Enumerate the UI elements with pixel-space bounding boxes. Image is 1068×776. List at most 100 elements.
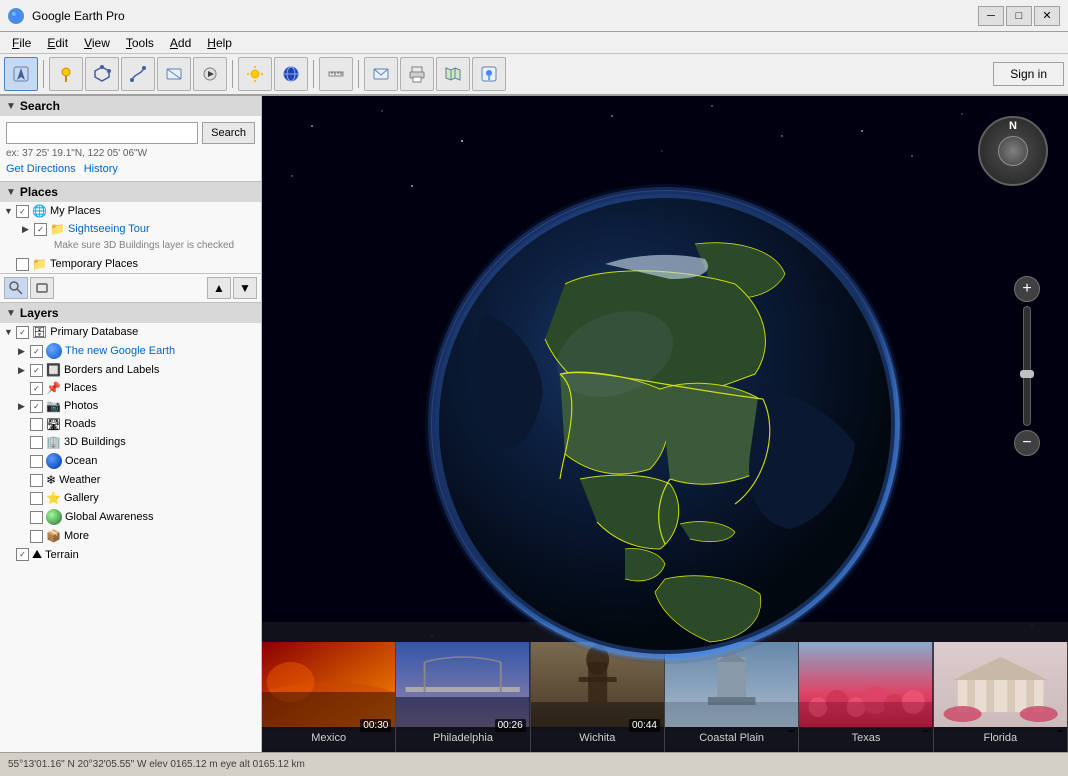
menu-file[interactable]: File <box>4 34 39 52</box>
move-down-button[interactable]: ▼ <box>233 277 257 299</box>
gallery-label: Gallery <box>64 492 99 504</box>
placemark-button[interactable] <box>49 57 83 91</box>
sightseeing-icon: 📁 <box>50 222 65 236</box>
my-places-checkbox[interactable] <box>16 205 29 218</box>
places-controls: ▲ ▼ <box>0 274 261 303</box>
florida-duration <box>1057 730 1063 732</box>
places-title: Places <box>20 185 58 199</box>
layer-roads[interactable]: ▶ 🛣 Roads <box>14 415 261 433</box>
sightseeing-item[interactable]: ▶ 📁 Sightseeing Tour <box>18 220 261 238</box>
thumb-mexico[interactable]: 00:30 Mexico <box>262 642 396 752</box>
zoom-slider[interactable] <box>1023 306 1031 426</box>
menu-tools[interactable]: Tools <box>118 34 162 52</box>
sightseeing-label[interactable]: Sightseeing Tour <box>68 223 150 235</box>
borders-checkbox[interactable] <box>30 364 43 377</box>
places-section-header[interactable]: ▼ Places <box>0 182 261 202</box>
sightseeing-expand: ▶ <box>22 224 32 235</box>
record-button[interactable] <box>193 57 227 91</box>
primary-db-icon: 🗄 <box>32 325 47 339</box>
new-earth-expand: ▶ <box>18 346 28 357</box>
sightseeing-checkbox[interactable] <box>34 223 47 236</box>
maximize-button[interactable]: □ <box>1006 6 1032 26</box>
layer-awareness[interactable]: ▶ Global Awareness <box>14 507 261 527</box>
mexico-label: Mexico <box>262 730 395 746</box>
temp-places-item[interactable]: ▶ 📁 Temporary Places <box>0 255 261 273</box>
philly-label: Philadelphia <box>396 730 529 746</box>
globe-svg[interactable] <box>405 164 925 684</box>
thumb-florida[interactable]: Florida <box>934 642 1068 752</box>
navigation-compass[interactable]: N <box>978 116 1048 186</box>
primary-db-checkbox[interactable] <box>16 326 29 339</box>
mexico-duration: 00:30 <box>360 719 391 732</box>
primary-db-item[interactable]: ▼ 🗄 Primary Database <box>0 323 261 341</box>
layer-ocean[interactable]: ▶ Ocean <box>14 451 261 471</box>
search-section-header[interactable]: ▼ Search <box>0 96 261 116</box>
get-directions-link[interactable]: Get Directions <box>6 163 76 175</box>
toggle-panel-button[interactable] <box>30 277 54 299</box>
compass-outer[interactable]: N <box>978 116 1048 186</box>
layer-photos[interactable]: ▶ 📷 Photos <box>14 397 261 415</box>
layer-weather[interactable]: ▶ ❄ Weather <box>14 471 261 489</box>
menu-help[interactable]: Help <box>199 34 240 52</box>
places-layer-label: Places <box>64 382 97 394</box>
menu-add[interactable]: Add <box>162 34 199 52</box>
layers-section-header[interactable]: ▼ Layers <box>0 303 261 323</box>
photos-label: Photos <box>64 400 98 412</box>
app-icon <box>8 8 24 24</box>
move-up-button[interactable]: ▲ <box>207 277 231 299</box>
layer-more[interactable]: ▶ 📦 More <box>14 527 261 545</box>
terrain-checkbox[interactable] <box>16 548 29 561</box>
places-layer-checkbox[interactable] <box>30 382 43 395</box>
roads-checkbox[interactable] <box>30 418 43 431</box>
maps-button[interactable] <box>436 57 470 91</box>
awareness-checkbox[interactable] <box>30 511 43 524</box>
temp-places-checkbox[interactable] <box>16 258 29 271</box>
layer-borders[interactable]: ▶ 🔲 Borders and Labels <box>14 361 261 379</box>
close-button[interactable]: ✕ <box>1034 6 1060 26</box>
email-button[interactable] <box>364 57 398 91</box>
layer-3d-buildings[interactable]: ▶ 🏢 3D Buildings <box>14 433 261 451</box>
layer-new-earth[interactable]: ▶ The new Google Earth <box>14 341 261 361</box>
layer-gallery[interactable]: ▶ ⭐ Gallery <box>14 489 261 507</box>
zoom-in-button[interactable]: + <box>1014 276 1040 302</box>
search-input[interactable] <box>6 122 198 144</box>
menu-edit[interactable]: Edit <box>39 34 76 52</box>
florida-thumbnail <box>934 642 1067 727</box>
search-places-button[interactable] <box>4 277 28 299</box>
sky-button[interactable] <box>274 57 308 91</box>
overlay-button[interactable] <box>157 57 191 91</box>
search-button[interactable]: Search <box>202 122 255 144</box>
buildings-checkbox[interactable] <box>30 436 43 449</box>
more-checkbox[interactable] <box>30 530 43 543</box>
new-earth-label[interactable]: The new Google Earth <box>65 345 175 357</box>
my-places-label: My Places <box>50 205 101 217</box>
layer-places[interactable]: ▶ 📌 Places <box>14 379 261 397</box>
sign-in-button[interactable]: Sign in <box>993 62 1064 86</box>
show-in-maps-button[interactable] <box>472 57 506 91</box>
history-link[interactable]: History <box>84 163 118 175</box>
terrain-icon: ⛰ <box>32 547 42 562</box>
more-icon: 📦 <box>46 529 61 543</box>
ocean-checkbox[interactable] <box>30 455 43 468</box>
polygon-button[interactable] <box>85 57 119 91</box>
compass-inner[interactable] <box>998 136 1028 166</box>
ruler-button[interactable] <box>319 57 353 91</box>
layer-terrain[interactable]: ▶ ⛰ Terrain <box>0 545 261 564</box>
zoom-handle[interactable] <box>1020 370 1034 378</box>
globe-area[interactable]: N + − US Dept of State Geographer Google… <box>262 96 1068 752</box>
primary-db-expand: ▼ <box>4 327 14 337</box>
print-button[interactable] <box>400 57 434 91</box>
zoom-out-button[interactable]: − <box>1014 430 1040 456</box>
path-button[interactable] <box>121 57 155 91</box>
sun-button[interactable] <box>238 57 272 91</box>
gallery-checkbox[interactable] <box>30 492 43 505</box>
texas-label: Texas <box>799 730 932 746</box>
my-places-item[interactable]: ▼ 🌐 My Places <box>0 202 261 220</box>
navigate-button[interactable] <box>4 57 38 91</box>
buildings-icon: 🏢 <box>46 435 61 449</box>
minimize-button[interactable]: ─ <box>978 6 1004 26</box>
weather-checkbox[interactable] <box>30 474 43 487</box>
photos-checkbox[interactable] <box>30 400 43 413</box>
menu-view[interactable]: View <box>76 34 118 52</box>
new-earth-checkbox[interactable] <box>30 345 43 358</box>
